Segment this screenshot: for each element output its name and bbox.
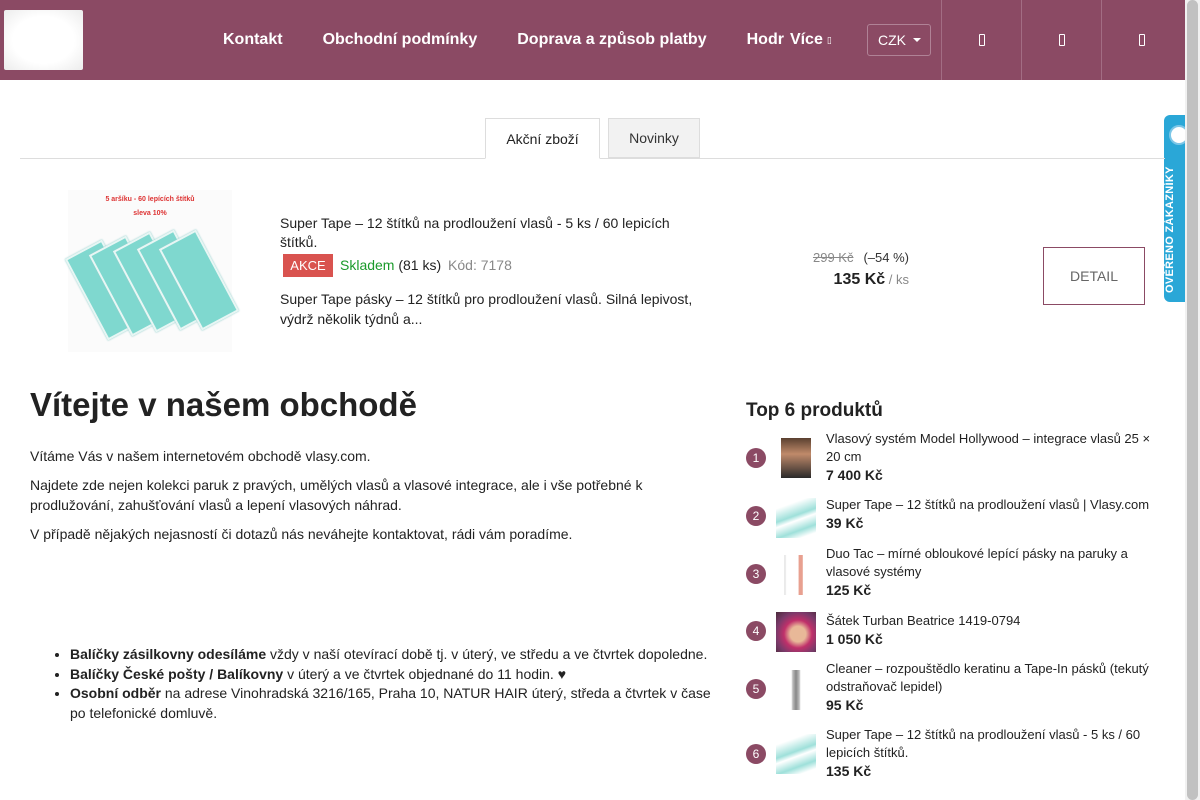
list-item: Balíčky České pošty / Balíkovny v úterý … [70, 665, 720, 685]
product-image-discount: sleva 10% [133, 210, 167, 217]
scrollbar[interactable] [1185, 0, 1200, 800]
search-button[interactable] [941, 0, 1021, 80]
welcome-paragraph: Najdete zde nejen kolekci paruk z pravýc… [30, 477, 643, 513]
top-product-name[interactable]: Duo Tac – mírné obloukové lepící pásky n… [826, 545, 1156, 581]
top-product-price: 135 Kč [826, 763, 872, 779]
currency-select[interactable]: CZK [867, 24, 931, 56]
welcome-paragraph: V případě nějakých nejasností či dotazů … [30, 526, 573, 542]
nav-more-label: Více [789, 31, 823, 48]
user-icon [1058, 34, 1065, 46]
list-item-bold: Osobní odběr [70, 685, 161, 701]
currency-value: CZK [878, 32, 906, 48]
top-product-name[interactable]: Super Tape – 12 štítků na prodloužení vl… [826, 726, 1156, 762]
product-thumbnail[interactable] [781, 438, 811, 478]
list-item-bold: Balíčky zásilkovny odesíláme [70, 646, 267, 662]
chevron-down-icon: ▯ [826, 34, 832, 45]
cart-icon [1138, 34, 1145, 46]
product-image[interactable]: 5 aršíku - 60 lepících štítků sleva 10% [64, 190, 240, 352]
login-button[interactable] [1021, 0, 1101, 80]
old-price: 299 Kč [812, 250, 854, 265]
product-price: 135 Kč [833, 271, 886, 288]
rank-badge: 6 [746, 744, 766, 764]
main-nav: Kontakt Obchodní podmínky Doprava a způs… [203, 0, 852, 80]
shipping-info-list: Balíčky zásilkovny odesíláme vždy v naší… [50, 645, 720, 723]
nav-doprava[interactable]: Doprava a způsob platby [497, 31, 726, 49]
product-code: Kód: 7178 [448, 257, 512, 273]
top-product-price: 125 Kč [826, 582, 872, 598]
product-title[interactable]: Super Tape – 12 štítků na prodloužení vl… [280, 214, 700, 252]
top-products-heading: Top 6 produktů [746, 400, 883, 421]
detail-button[interactable]: DETAIL [1043, 247, 1145, 305]
tab-novinky[interactable]: Novinky [608, 118, 700, 158]
discount-percent: (–54 %) [863, 250, 909, 265]
tab-akcni-zbozi[interactable]: Akční zboží [485, 118, 600, 159]
product-thumbnail[interactable] [776, 612, 816, 652]
verified-label: OVĚŘENO ZÁKAZNÍKY [1164, 166, 1176, 293]
top-product-name[interactable]: Cleaner – rozpouštědlo keratinu a Tape-I… [826, 660, 1156, 696]
nav-more-button[interactable]: Více ▯ [784, 31, 852, 49]
top-product-price: 7 400 Kč [826, 467, 883, 483]
price-row: 135 Kč / ks [770, 271, 909, 289]
list-item-text: v úterý a ve čtvrtek objednané do 11 hod… [283, 665, 567, 682]
site-header: Kontakt Obchodní podmínky Doprava a způs… [0, 0, 1185, 80]
top-product-price: 1 050 Kč [826, 631, 883, 647]
nav-kontakt[interactable]: Kontakt [203, 31, 303, 49]
rank-badge: 2 [746, 506, 766, 526]
verified-badge[interactable]: OVĚŘENO ZÁKAZNÍKY [1164, 115, 1185, 302]
verified-seal-icon [1169, 125, 1185, 145]
nav-obchodni-podminky[interactable]: Obchodní podmínky [303, 31, 498, 49]
product-thumbnail[interactable] [776, 498, 816, 538]
welcome-heading: Vítejte v našem obchodě [30, 386, 417, 423]
welcome-paragraph: Vítáme Vás v našem internetovém obchodě … [30, 448, 371, 464]
top-product-price: 39 Kč [826, 515, 864, 531]
site-logo[interactable] [4, 10, 83, 70]
scrollbar-thumb[interactable] [1187, 0, 1198, 800]
stock-info: Skladem (81 ks) Kód: 7178 [340, 257, 512, 273]
sale-badge: AKCE [283, 254, 333, 277]
rank-badge: 3 [746, 564, 766, 584]
product-thumbnail[interactable] [776, 670, 816, 710]
rank-badge: 1 [746, 448, 766, 468]
top-product-name[interactable]: Vlasový systém Model Hollywood – integra… [826, 430, 1156, 466]
top-product-price: 95 Kč [826, 697, 864, 713]
stock-count: (81 ks) [398, 257, 442, 273]
rank-badge: 5 [746, 679, 766, 699]
product-thumbnail[interactable] [776, 555, 816, 595]
list-item: Osobní odběr na adrese Vinohradská 3216/… [70, 684, 720, 723]
product-image-caption: 5 aršíku - 60 lepících štítků [105, 196, 195, 203]
caret-down-icon [913, 38, 921, 42]
price-unit: / ks [888, 272, 909, 287]
stock-label: Skladem [340, 257, 395, 273]
rank-badge: 4 [746, 621, 766, 641]
cart-button[interactable] [1101, 0, 1181, 80]
list-item-text: vždy v naší otevírací době tj. v úterý, … [266, 646, 708, 662]
top-product-name[interactable]: Šátek Turban Beatrice 1419-0794 [826, 612, 1156, 630]
product-thumbnail[interactable] [776, 734, 816, 774]
list-item-bold: Balíčky České pošty / Balíkovny [70, 665, 284, 682]
search-icon [978, 34, 985, 46]
list-item: Balíčky zásilkovny odesíláme vždy v naší… [70, 645, 720, 665]
top-product-name[interactable]: Super Tape – 12 štítků na prodloužení vl… [826, 496, 1156, 514]
nav-hodiny[interactable]: Hodr [727, 31, 784, 49]
list-item-text: na adrese Vinohradská 3216/165, Praha 10… [70, 685, 711, 721]
product-description: Super Tape pásky – 12 štítků pro prodlou… [280, 291, 693, 327]
old-price-row: 299 Kč (–54 %) [770, 250, 909, 265]
